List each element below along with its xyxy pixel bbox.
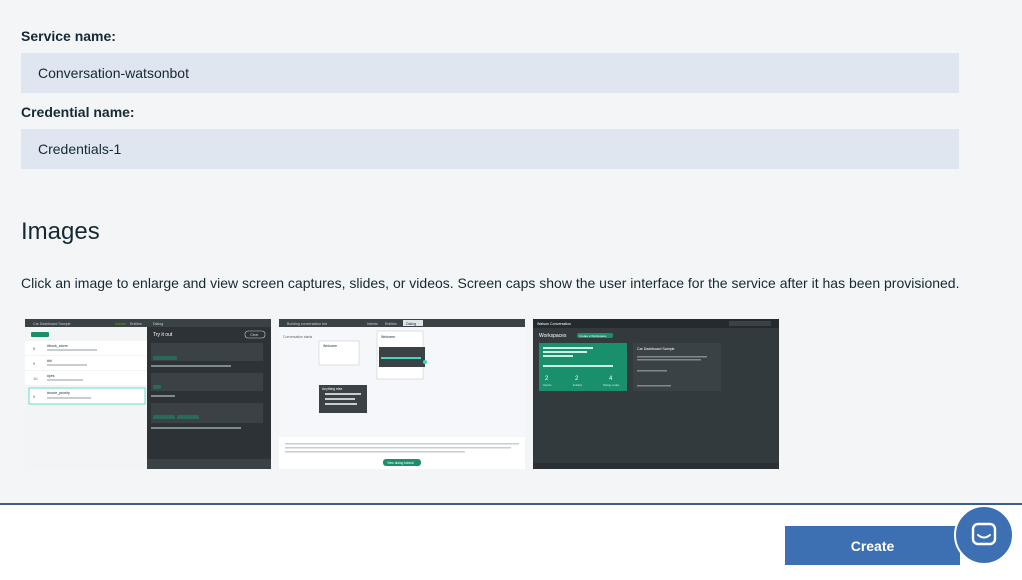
thumb3-stat-label-0: Intents <box>543 383 552 387</box>
thumb2-node-2: Welcome <box>381 335 395 339</box>
screenshot-thumbnail-1[interactable]: Car Dashboard Sample Intents Entities Di… <box>25 319 271 469</box>
thumb2-node-0: Conversation starts <box>283 335 313 339</box>
service-name-input[interactable] <box>21 53 959 93</box>
thumb1-tab-0: Car Dashboard Sample <box>33 322 71 326</box>
thumb1-panel-button: Clear <box>250 333 259 337</box>
create-button[interactable]: Create <box>785 526 960 565</box>
chat-bubble-glyph <box>971 522 997 546</box>
screenshot-thumbnail-3-preview: Watson Conversation Workspaces Create a … <box>533 319 779 469</box>
thumb2-node-3: Anything else <box>322 387 342 391</box>
thumb1-tab-3: Dialog <box>153 322 163 326</box>
thumb1-item-0: #book_storm <box>47 344 68 348</box>
images-section-title: Images <box>21 218 100 245</box>
thumb1-tab-2: Entities <box>130 322 142 326</box>
screenshot-thumbnail-2-preview: Building conversation bot Intents Entiti… <box>279 319 525 469</box>
thumb2-tab-2: Entities <box>385 322 397 326</box>
thumb2-action-button: View dialog tutorial <box>387 461 414 465</box>
thumb1-count-2: 10 <box>33 376 38 381</box>
service-name-label: Service name: <box>21 28 116 44</box>
thumb3-header-title: Watson Conversation <box>537 322 571 326</box>
screenshot-thumbnail-3[interactable]: Watson Conversation Workspaces Create a … <box>533 319 779 469</box>
thumb2-tab-3: Dialog <box>406 322 416 326</box>
credential-name-input[interactable] <box>21 129 959 169</box>
thumb1-tab-1: Intents <box>115 322 126 326</box>
credential-name-label: Credential name: <box>21 104 135 120</box>
thumb3-card-title: Car Dashboard Sample <box>637 347 675 351</box>
images-description: Click an image to enlarge and view scree… <box>21 275 960 291</box>
thumb2-tab-1: Intents <box>367 322 378 326</box>
thumb3-workspaces-title: Workspaces <box>539 333 567 339</box>
thumb2-tab-0: Building conversation bot <box>287 322 327 326</box>
screenshot-thumbnail-2[interactable]: Building conversation bot Intents Entiti… <box>279 319 525 469</box>
thumb1-item-2: #yes <box>47 374 55 378</box>
screenshot-thumbnail-1-preview: Car Dashboard Sample Intents Entities Di… <box>25 319 271 469</box>
thumb1-panel-title: Try it out <box>153 332 173 338</box>
thumb3-create-button: Create a Workspace <box>579 334 607 338</box>
thumb1-item-3: #route_priority <box>47 391 70 395</box>
thumb1-item-1: #hi <box>47 359 52 363</box>
thumb2-node-1: Welcome <box>323 344 337 348</box>
thumb3-stat-label-1: Entities <box>573 383 583 387</box>
thumb3-stat-label-2: Dialog nodes <box>603 383 620 387</box>
chat-bubble-icon[interactable] <box>954 505 1014 565</box>
